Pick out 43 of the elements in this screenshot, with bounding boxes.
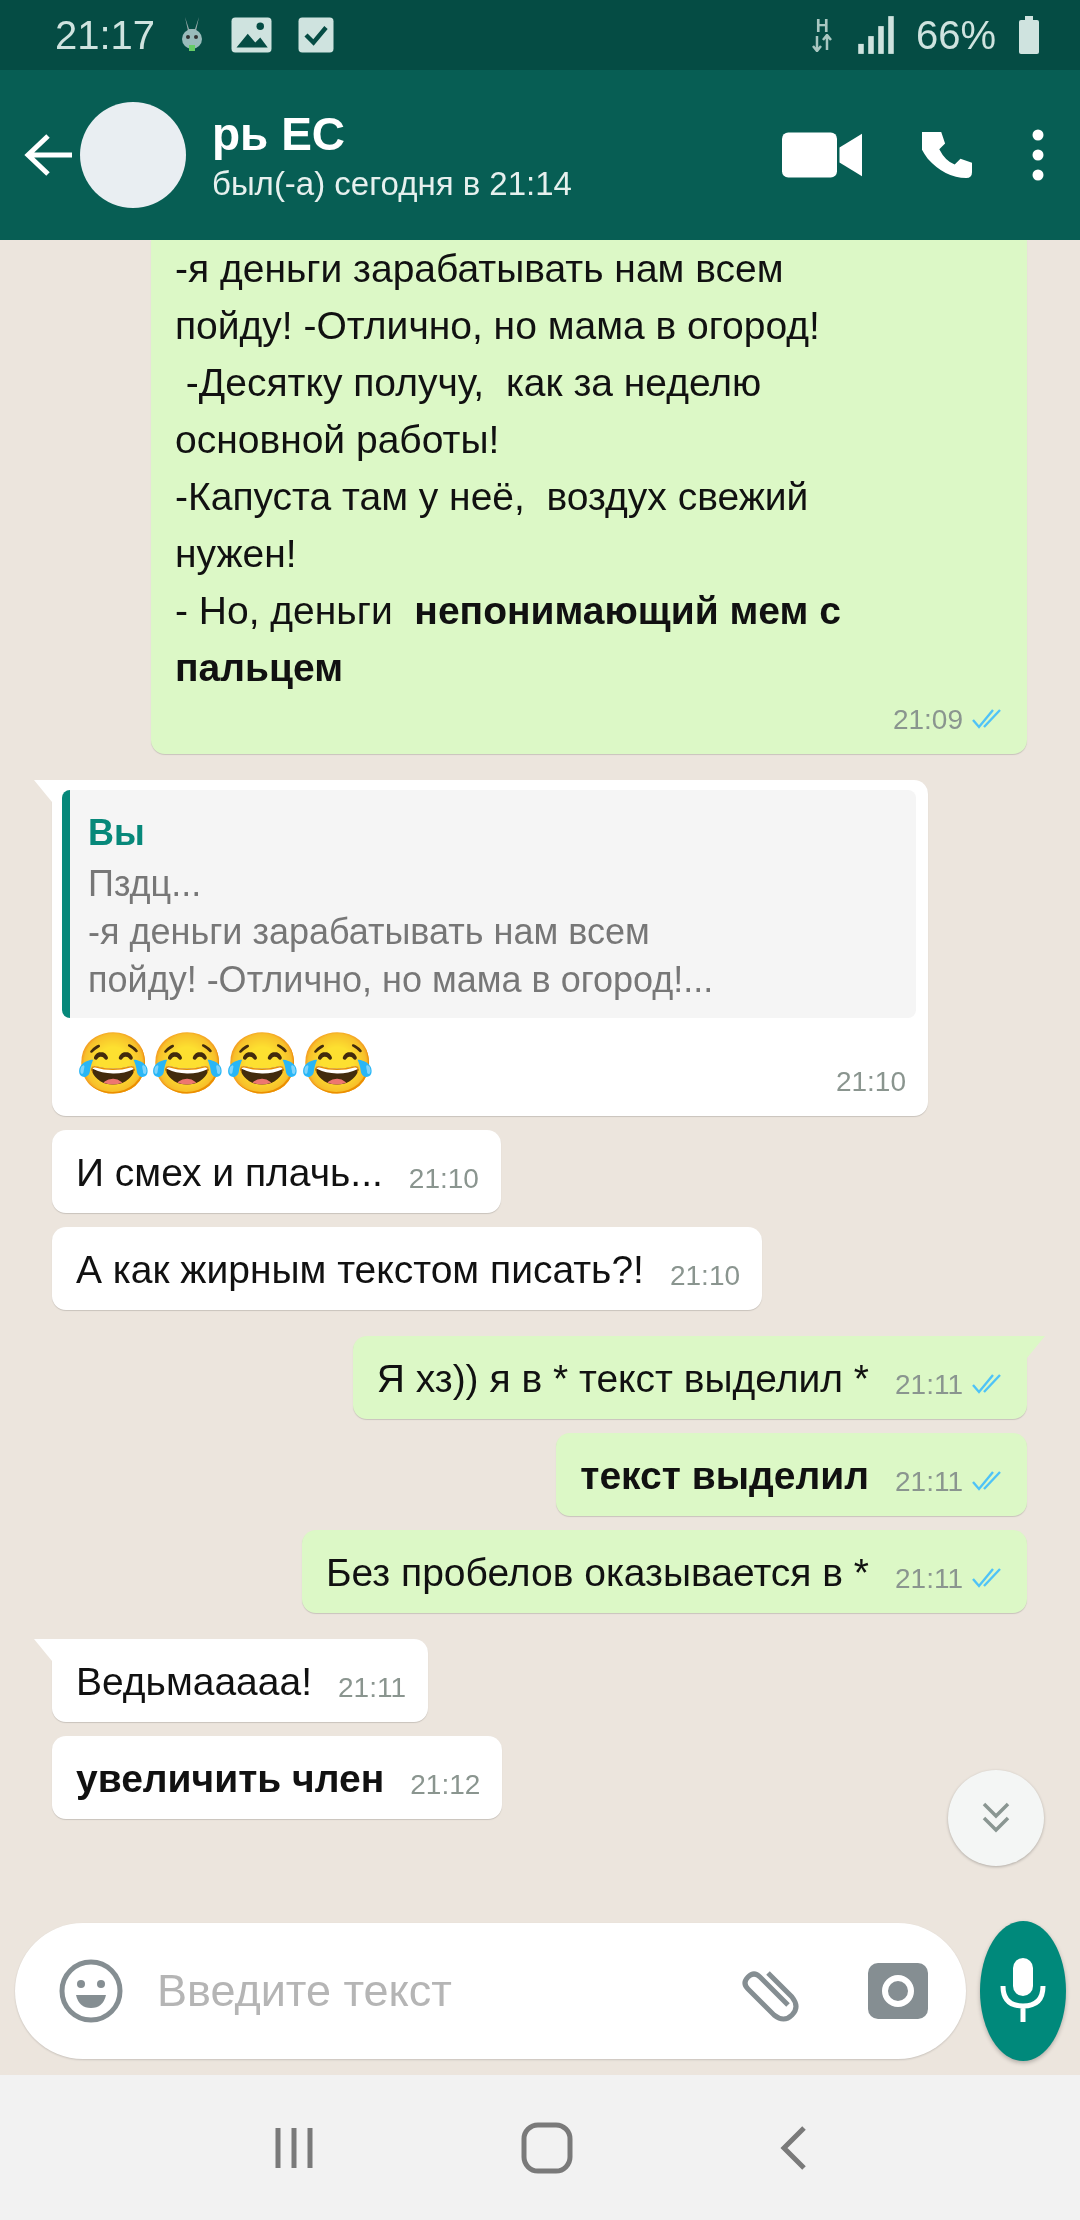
message-time: 21:10 [835, 1064, 906, 1099]
message-time: 21:09 [892, 702, 963, 737]
message-time: 21:10 [669, 1258, 741, 1293]
phone-icon[interactable] [922, 130, 972, 180]
image-icon [229, 15, 275, 55]
microphone-button[interactable] [980, 1921, 1066, 2061]
message-time: 21:11 [338, 1670, 407, 1705]
clock: 21:17 [55, 12, 156, 58]
quote-text: Пздц... -я деньги зарабатывать нам всем пойду! -Отлично, но мама в огород!... [88, 862, 715, 1002]
menu-icon[interactable] [1032, 129, 1044, 181]
message-time: 21:12 [410, 1767, 481, 1802]
message-text: А как жирным текстом писать?! [76, 1247, 644, 1293]
contact-name[interactable]: рь ЕС [212, 107, 782, 161]
message-text: увеличить член [76, 1756, 385, 1802]
battery-icon [1018, 15, 1040, 55]
message-time: 21:11 [895, 1367, 963, 1402]
checkbox-icon [296, 15, 337, 55]
video-call-icon[interactable] [782, 130, 862, 180]
quote-author: Вы [88, 811, 146, 855]
message-input[interactable]: Введите текст [155, 1964, 738, 2018]
battery-percent: 66% [915, 12, 996, 58]
message-time: 21:11 [895, 1561, 963, 1596]
message-bubble[interactable] [151, 240, 1027, 754]
message-bubble[interactable]: увеличить член 21:12 [52, 1736, 503, 1819]
message-time: 21:10 [408, 1161, 479, 1196]
message-bubble[interactable]: Без пробелов оказывается в * 21:11 [301, 1530, 1027, 1613]
emoji-icon[interactable] [59, 1959, 123, 2023]
quoted-message[interactable]: Вы Пздц... -я деньги зарабатывать нам всем пойду! -Отлично, но мама в огород!... [62, 790, 916, 1018]
message-text: Без пробелов оказывается в * [325, 1550, 869, 1596]
message-text: Я хз)) я в * текст выделил * [376, 1356, 869, 1402]
message-bubble[interactable]: текст выделил 21:11 [556, 1433, 1027, 1516]
message-time: 21:11 [895, 1464, 963, 1499]
back-arrow-icon[interactable] [24, 133, 74, 177]
message-text: текст выделил [580, 1453, 869, 1499]
message-text: И смех и плачь... [76, 1150, 383, 1196]
last-seen: был(-а) сегодня в 21:14 [212, 165, 573, 203]
message-text: -я деньги зарабатывать нам всем пойду! -Отлично, но мама в огород! -Десятку получу, как за неделю основной работы! -Капуста там у неё, воздух свежий нужен! - Но, деньги непонимающий мем с пальцем [175, 246, 842, 691]
message-text: Ведьмааааа! [76, 1659, 313, 1705]
network-type: H [810, 18, 835, 52]
message-bubble[interactable]: И смех и плачь... 21:10 [52, 1130, 501, 1213]
emoji-text: 😂😂😂😂 [76, 1027, 375, 1101]
message-bubble[interactable]: А как жирным текстом писать?! 21:10 [52, 1227, 763, 1310]
signal-icon [856, 15, 894, 55]
